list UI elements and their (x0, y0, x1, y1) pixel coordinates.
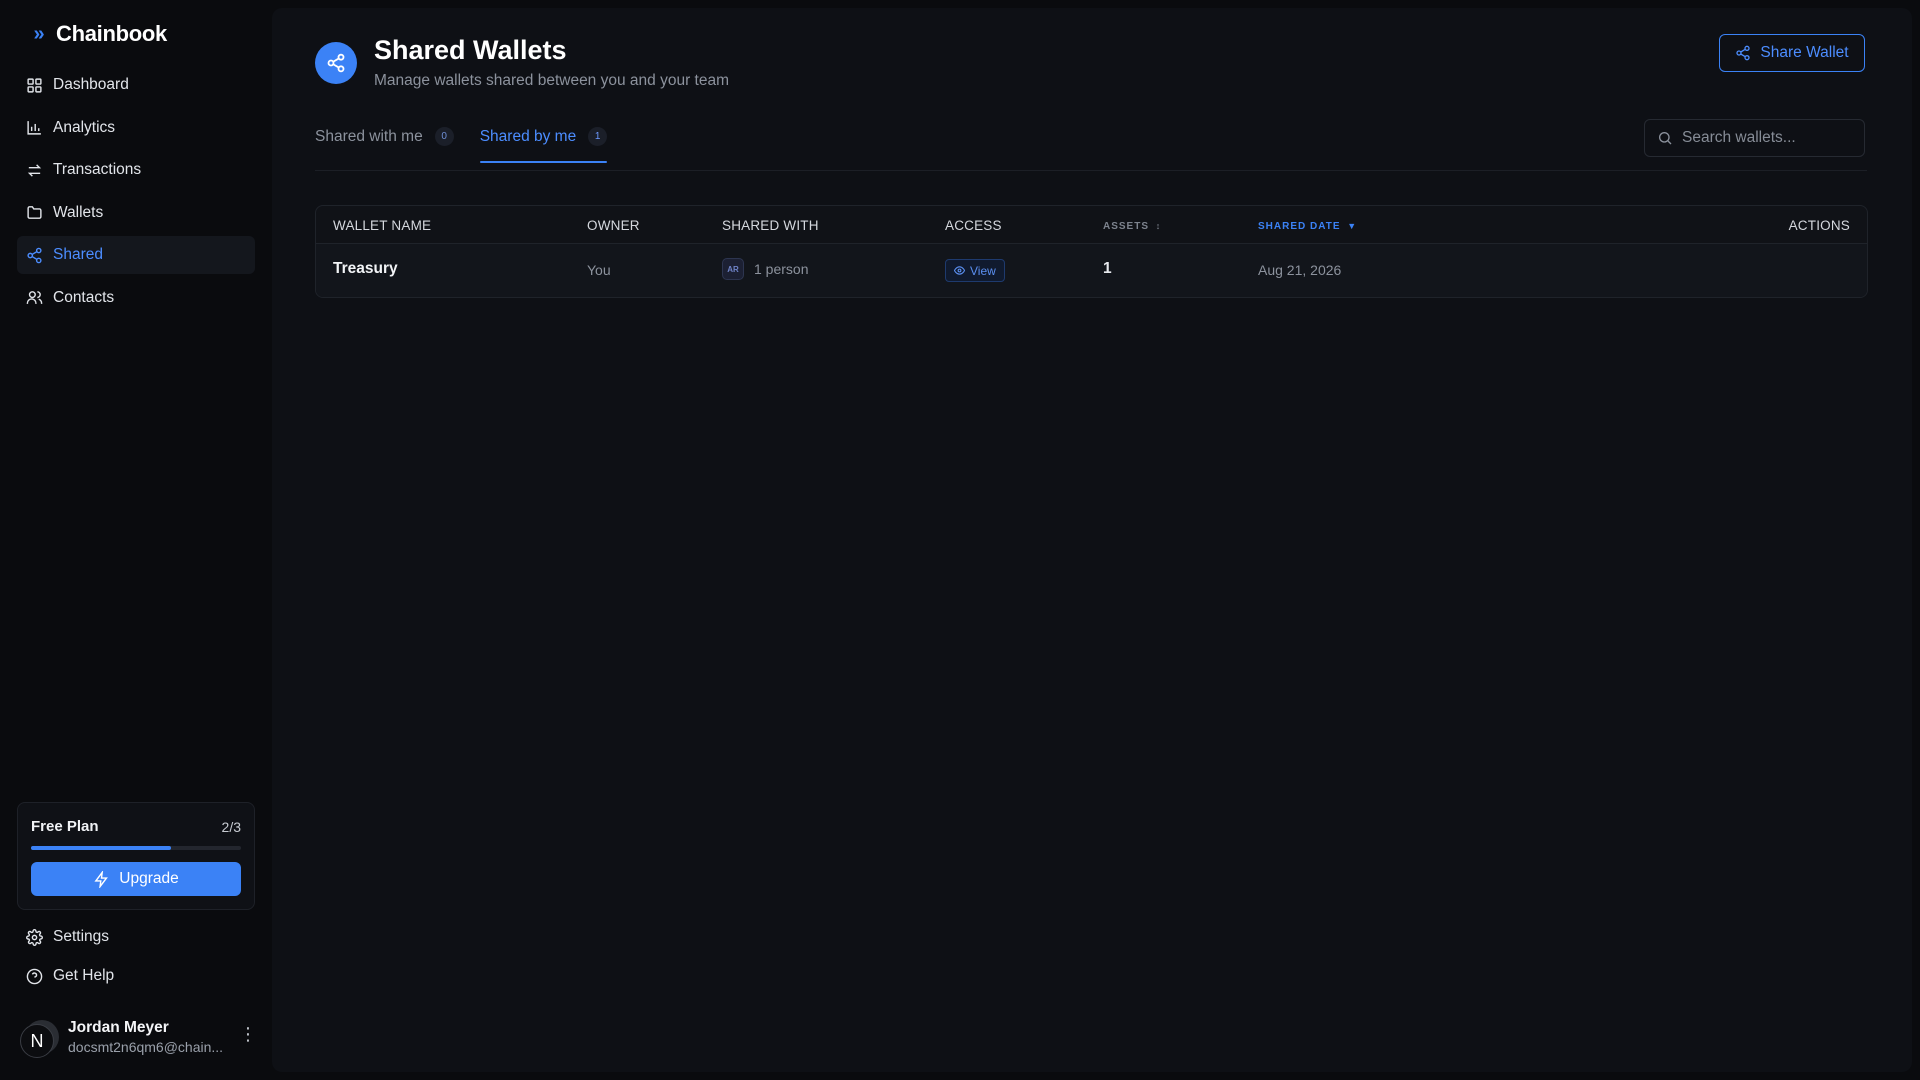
share-icon (315, 42, 357, 84)
upgrade-button[interactable]: Upgrade (31, 862, 241, 896)
grid-icon (27, 77, 42, 93)
tab-shared-with-me[interactable]: Shared with me 0 (315, 119, 454, 163)
shared-user-initials: AR (722, 258, 744, 280)
chevrons-right-icon: » (33, 22, 45, 45)
sort-both-icon: ↕ (1155, 221, 1162, 231)
main-panel: Shared Wallets Manage wallets shared bet… (272, 8, 1912, 1072)
tab-label: Shared by me (479, 128, 577, 145)
user-name: Jordan Meyer (68, 1019, 169, 1036)
shared-date-cell: Aug 21, 2026 (1258, 262, 1342, 278)
tab-count-badge: 0 (434, 127, 454, 146)
column-owner[interactable]: OWNER (587, 218, 640, 233)
share-icon (1736, 45, 1751, 61)
get-help-label: Get Help (53, 967, 115, 984)
access-label: View (970, 263, 996, 278)
eye-icon (954, 266, 965, 275)
table-row[interactable]: Treasury You AR 1 person View 1 Aug 21, … (316, 244, 1867, 297)
users-icon (26, 291, 43, 304)
sidebar-item-analytics[interactable]: Analytics (17, 109, 255, 147)
column-assets[interactable]: ASSETS ↕ (1103, 221, 1161, 232)
sidebar-item-transactions[interactable]: Transactions (17, 151, 255, 189)
settings-link[interactable]: Settings (26, 928, 109, 946)
lightning-icon (94, 870, 109, 888)
page-subtitle: Manage wallets shared between you and yo… (374, 72, 729, 89)
more-vertical-icon[interactable]: ⋮ (239, 1024, 257, 1045)
user-email: docsmt2n6qm6@chain... (68, 1039, 223, 1055)
sidebar-item-shared[interactable]: Shared (17, 236, 255, 274)
sidebar-item-label: Shared (53, 246, 103, 263)
sidebar-item-wallets[interactable]: Wallets (17, 194, 255, 232)
brand-name: Chainbook (56, 21, 167, 46)
column-shared-date-label: SHARED DATE (1258, 221, 1341, 232)
search-input[interactable] (1682, 129, 1852, 147)
gear-icon (26, 928, 43, 946)
sidebar-item-label: Transactions (53, 161, 142, 178)
share-icon (27, 247, 42, 263)
user-profile[interactable]: N Jordan Meyer docsmt2n6qm6@chain... ⋮ (20, 1018, 257, 1062)
upgrade-label: Upgrade (119, 870, 179, 887)
tabs: Shared with me 0 Shared by me 1 (315, 119, 608, 163)
plan-usage-count: 2/3 (221, 819, 241, 835)
sidebar-item-label: Dashboard (53, 76, 129, 93)
plan-title: Free Plan (31, 818, 99, 835)
help-circle-icon (26, 968, 43, 984)
wallets-table: WALLET NAME OWNER SHARED WITH ACCESS ASS… (315, 205, 1868, 298)
column-assets-label: ASSETS (1103, 221, 1150, 232)
owner-cell: You (587, 262, 611, 278)
folder-icon (27, 206, 42, 219)
wallet-name-cell[interactable]: Treasury (333, 260, 398, 278)
share-wallet-label: Share Wallet (1760, 44, 1849, 61)
tab-count-badge: 1 (588, 127, 608, 146)
column-access[interactable]: ACCESS (945, 218, 1002, 233)
tab-shared-by-me[interactable]: Shared by me 1 (479, 119, 608, 163)
column-shared-with[interactable]: SHARED WITH (722, 218, 819, 233)
bar-chart-icon (27, 121, 41, 135)
access-badge: View (945, 259, 1005, 282)
sidebar-item-dashboard[interactable]: Dashboard (17, 66, 255, 104)
sidebar-nav: Dashboard Analytics Transactions Wallets… (17, 66, 255, 321)
brand[interactable]: » Chainbook (30, 18, 167, 50)
shared-with-count: 1 person (754, 261, 809, 277)
avatar: N (20, 1024, 54, 1058)
sort-desc-icon: ▼ (1347, 221, 1358, 231)
column-wallet-name[interactable]: WALLET NAME (333, 218, 431, 233)
sidebar-item-label: Analytics (53, 118, 116, 136)
sidebar-item-label: Contacts (53, 288, 115, 306)
page-title: Shared Wallets (374, 35, 567, 65)
sidebar: » Chainbook Dashboard Analytics Transact… (0, 0, 272, 1080)
sidebar-item-contacts[interactable]: Contacts (17, 279, 255, 317)
column-shared-date[interactable]: SHARED DATE ▼ (1258, 221, 1357, 232)
search-icon (1659, 132, 1672, 145)
get-help-link[interactable]: Get Help (26, 967, 114, 985)
sidebar-item-label: Wallets (53, 203, 104, 221)
shared-with-cell: AR 1 person (722, 258, 808, 280)
search-box[interactable] (1644, 119, 1865, 157)
assets-cell: 1 (1103, 260, 1112, 277)
arrows-swap-icon (27, 163, 42, 177)
plan-progress-fill (31, 846, 172, 850)
share-wallet-button[interactable]: Share Wallet (1719, 34, 1865, 72)
plan-card: Free Plan 2/3 Upgrade (17, 802, 255, 910)
plan-progress-bar (31, 846, 241, 850)
tab-label: Shared with me (315, 128, 423, 145)
column-actions: ACTIONS (1788, 218, 1850, 233)
settings-label: Settings (53, 928, 110, 945)
table-header: WALLET NAME OWNER SHARED WITH ACCESS ASS… (316, 206, 1867, 244)
tabs-divider (315, 170, 1867, 171)
